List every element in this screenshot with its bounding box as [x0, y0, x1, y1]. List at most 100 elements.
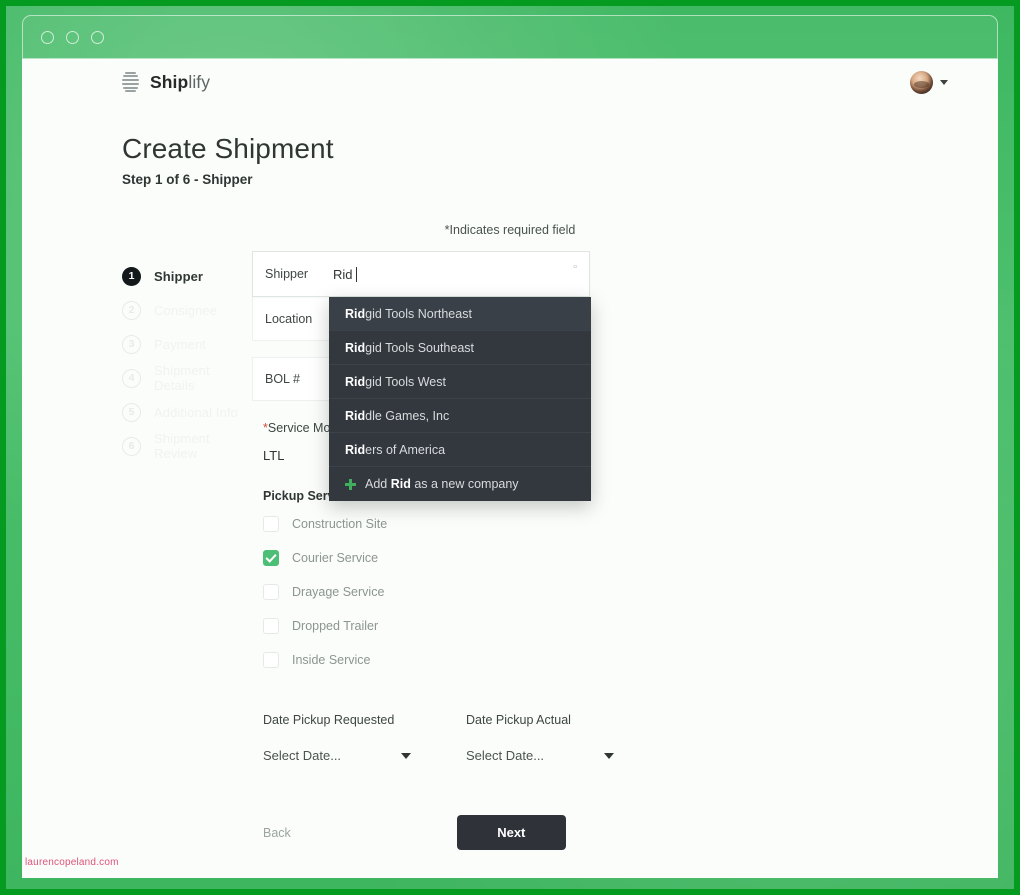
- add-prefix: Add: [365, 477, 391, 491]
- label-construction-site: Construction Site: [292, 516, 388, 531]
- chevron-down-icon[interactable]: [940, 79, 948, 85]
- add-term: Rid: [390, 477, 411, 491]
- pickup-service-construction-site[interactable]: Construction Site: [263, 510, 682, 537]
- option-3-match: Rid: [345, 374, 366, 389]
- checkbox-courier-service[interactable]: [263, 549, 279, 566]
- option-1-match: Rid: [345, 306, 366, 321]
- autocomplete-option-1[interactable]: Rid gid Tools Northeast: [329, 297, 591, 331]
- next-button[interactable]: Next: [456, 815, 566, 850]
- clear-x-icon[interactable]: ▫: [573, 262, 577, 273]
- browser-window: Shiplify Create Shipment Step 1 of 6 - S…: [22, 15, 998, 878]
- sidebar-item-consignee[interactable]: 2 Consignee: [122, 293, 252, 327]
- form-column: Shipper Rid ▫ Location BOL # *Service Mo…: [252, 251, 682, 850]
- date-pickup-requested-label: Date Pickup Requested: [263, 713, 395, 727]
- minimize-dot[interactable]: [41, 30, 54, 44]
- add-suffix: as a new company: [410, 477, 519, 491]
- checkbox-inside-service[interactable]: [263, 651, 279, 668]
- step-number-5: 5: [122, 402, 141, 422]
- shipper-field-label: Shipper: [265, 267, 309, 281]
- date-pickup-requested-select[interactable]: Select Date...: [263, 748, 411, 763]
- browser-viewport: Shiplify Create Shipment Step 1 of 6 - S…: [22, 59, 998, 878]
- option-2-rest: gid Tools Southeast: [365, 340, 475, 355]
- stepper: 1 Shipper 2 Consignee 3 Payment 4 Shipme…: [22, 251, 252, 850]
- step-label-shipment-details: Shipment Details: [154, 363, 210, 393]
- pickup-service-dropped-trailer[interactable]: Dropped Trailer: [263, 612, 682, 639]
- brand-name-bold: Ship: [150, 71, 189, 92]
- pickup-service-inside-service[interactable]: Inside Service: [263, 646, 682, 673]
- page-title: Create Shipment: [122, 133, 334, 164]
- page-subtitle: Step 1 of 6 - Shipper: [122, 172, 253, 187]
- option-5-rest: ers of America: [365, 442, 446, 457]
- step-label-consignee: Consignee: [154, 302, 218, 318]
- add-new-company-text: Add Rid as a new company: [365, 477, 519, 491]
- body-split: 1 Shipper 2 Consignee 3 Payment 4 Shipme…: [22, 237, 998, 850]
- bol-field-label: BOL #: [265, 372, 300, 386]
- page-heading: Create Shipment Step 1 of 6 - Shipper: [22, 105, 998, 187]
- user-menu[interactable]: [910, 70, 948, 94]
- required-field-note: *Indicates required field: [444, 223, 576, 237]
- checkbox-drayage-service[interactable]: [263, 583, 279, 600]
- autocomplete-option-5[interactable]: Rid ers of America: [329, 433, 591, 467]
- add-new-company-option[interactable]: Add Rid as a new company: [329, 467, 591, 501]
- autocomplete-dropdown[interactable]: Rid gid Tools Northeast Rid gid Tools Sout…: [329, 297, 591, 501]
- autocomplete-option-4[interactable]: Rid dle Games, Inc: [329, 399, 591, 433]
- shipper-input[interactable]: Rid: [329, 266, 589, 282]
- caret-down-icon: [604, 752, 614, 759]
- brand-logo[interactable]: Shiplify: [122, 71, 210, 93]
- shipper-field[interactable]: Shipper Rid ▫: [252, 251, 590, 297]
- close-dot[interactable]: [91, 30, 104, 44]
- avatar[interactable]: [910, 70, 933, 94]
- sidebar-item-payment[interactable]: 3 Payment: [122, 327, 252, 361]
- maximize-dot[interactable]: [66, 30, 79, 44]
- checkbox-construction-site[interactable]: [263, 515, 279, 532]
- location-field-label: Location: [265, 311, 313, 326]
- form-actions: Back Next: [252, 815, 682, 850]
- date-pickup-actual-group: Date Pickup Actual Select Date...: [466, 713, 614, 763]
- caret-down-icon: [401, 752, 411, 759]
- step-number-6: 6: [122, 436, 141, 456]
- sidebar-item-shipper[interactable]: 1 Shipper: [122, 259, 252, 293]
- brand-name-light: lify: [188, 71, 211, 92]
- option-1-rest: gid Tools Northeast: [365, 306, 472, 321]
- pickup-service-drayage-service[interactable]: Drayage Service: [263, 578, 682, 605]
- browser-title-bar: [22, 15, 998, 59]
- date-pickup-actual-select[interactable]: Select Date...: [466, 748, 614, 763]
- option-5-match: Rid: [345, 442, 366, 457]
- sidebar-item-shipment-details[interactable]: 4 Shipment Details: [122, 361, 252, 395]
- date-pickers-row: Date Pickup Requested Select Date... Dat…: [252, 713, 682, 763]
- stacked-lines-logo-icon: [122, 71, 139, 93]
- label-drayage-service: Drayage Service: [292, 584, 385, 599]
- text-cursor: [355, 266, 357, 282]
- step-label-additional-info: Additional Info: [154, 404, 238, 420]
- option-4-rest: dle Games, Inc: [365, 408, 450, 423]
- date-pickup-actual-value: Select Date...: [466, 748, 545, 763]
- autocomplete-option-3[interactable]: Rid gid Tools West: [329, 365, 591, 399]
- step-number-3: 3: [122, 334, 141, 354]
- date-pickup-actual-label: Date Pickup Actual: [466, 713, 571, 727]
- step-number-1: 1: [122, 266, 141, 286]
- option-3-rest: gid Tools West: [365, 374, 446, 389]
- brand-name: Shiplify: [150, 72, 210, 93]
- date-pickup-requested-value: Select Date...: [263, 748, 342, 763]
- sidebar-item-shipment-review[interactable]: 6 Shipment Review: [122, 429, 252, 463]
- shipper-input-value: Rid: [333, 266, 353, 282]
- back-button[interactable]: Back: [263, 826, 291, 840]
- autocomplete-option-2[interactable]: Rid gid Tools Southeast: [329, 331, 591, 365]
- sidebar-item-additional-info[interactable]: 5 Additional Info: [122, 395, 252, 429]
- app-header: Shiplify: [22, 59, 998, 105]
- pickup-service-courier-service[interactable]: Courier Service: [263, 544, 682, 571]
- step-number-4: 4: [122, 368, 141, 388]
- step-label-shipment-review: Shipment Review: [154, 431, 210, 461]
- option-4-match: Rid: [345, 408, 366, 423]
- watermark: laurencopeland.com: [25, 857, 119, 868]
- step-label-payment: Payment: [154, 336, 207, 352]
- pickup-services-block: Pickup Services Construction Site Courie…: [252, 489, 682, 673]
- checkbox-dropped-trailer[interactable]: [263, 617, 279, 634]
- step-number-2: 2: [122, 300, 141, 320]
- label-inside-service: Inside Service: [292, 652, 371, 667]
- date-pickup-requested-group: Date Pickup Requested Select Date...: [263, 713, 411, 763]
- step-label-shipper: Shipper: [154, 268, 204, 284]
- label-dropped-trailer: Dropped Trailer: [292, 618, 379, 633]
- option-2-match: Rid: [345, 340, 366, 355]
- plus-icon: [345, 478, 356, 490]
